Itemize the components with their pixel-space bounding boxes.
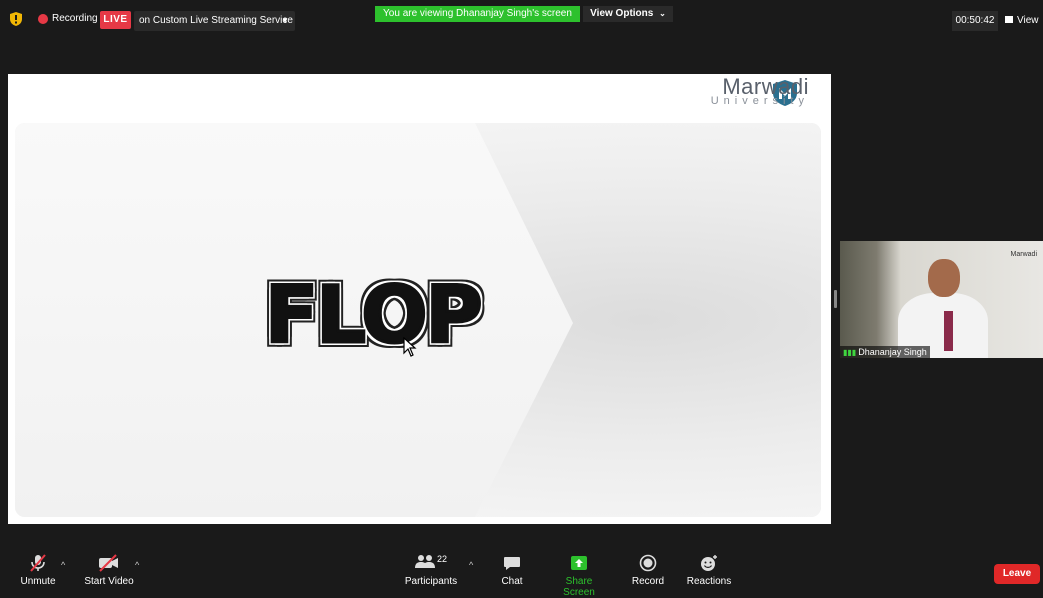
participants-options-caret-icon[interactable]: ^ [469, 560, 473, 570]
video-tile-logo: Marwadi [1010, 251, 1037, 258]
security-shield-icon[interactable] [10, 12, 22, 26]
logo-subtitle: University [710, 95, 809, 107]
unmute-label: Unmute [20, 576, 56, 587]
share-screen-label: Share Screen [563, 576, 595, 598]
shared-screen[interactable]: Marwadi University FLOP [8, 74, 831, 524]
microphone-muted-icon [30, 554, 46, 572]
participant-count-badge: 22 [436, 554, 447, 564]
record-icon [639, 554, 657, 572]
reactions-icon [701, 555, 717, 571]
unmute-button[interactable]: Unmute [18, 554, 58, 587]
video-options-caret-icon[interactable]: ^ [135, 560, 139, 570]
participant-name-label: ▮▮▮ Dhananjay Singh [840, 346, 930, 358]
view-label: View [1017, 15, 1039, 26]
participant-video-tile[interactable]: Marwadi ▮▮▮ Dhananjay Singh [840, 241, 1043, 358]
participant-tie [944, 311, 953, 351]
signal-strength-icon: ▮▮▮ [843, 348, 857, 357]
chat-button[interactable]: Chat [497, 554, 527, 587]
share-screen-icon [571, 556, 587, 570]
recording-label[interactable]: Recording [52, 13, 98, 24]
record-button[interactable]: Record [630, 554, 666, 587]
meeting-timer: 00:50:42 [952, 11, 998, 31]
flop-headline: FLOP [264, 270, 485, 363]
participants-button[interactable]: 22 Participants [403, 554, 459, 587]
dropdown-arrow-icon: ▼ [281, 16, 289, 25]
audio-options-caret-icon[interactable]: ^ [61, 560, 65, 570]
video-camera-off-icon [99, 554, 118, 572]
share-screen-button[interactable]: Share Screen [551, 554, 607, 598]
chat-label: Chat [501, 576, 523, 587]
start-video-label: Start Video [84, 576, 134, 587]
grid-view-icon [1005, 15, 1013, 23]
view-button[interactable]: View [1005, 11, 1043, 31]
record-label: Record [631, 576, 665, 587]
chat-bubble-icon [504, 557, 520, 570]
start-video-button[interactable]: Start Video [84, 554, 134, 587]
mouse-cursor-icon [403, 337, 417, 357]
view-options-button[interactable]: View Options ⌄ [583, 6, 673, 22]
participants-label: Participants [404, 576, 458, 587]
recording-indicator-icon [38, 14, 48, 24]
chevron-down-icon: ⌄ [659, 9, 666, 18]
split-view-handle[interactable] [834, 290, 837, 308]
stream-target-label: on Custom Live Streaming Service [139, 15, 293, 26]
participant-head [928, 259, 960, 297]
live-badge[interactable]: LIVE [100, 11, 131, 29]
reactions-button[interactable]: Reactions [686, 554, 732, 587]
stream-target-dropdown[interactable]: on Custom Live Streaming Service ▼ [134, 11, 295, 31]
participants-icon [414, 555, 435, 568]
view-options-label: View Options [590, 8, 654, 19]
meeting-toolbar: Unmute ^ Start Video ^ 22 Participants ^… [0, 548, 1043, 598]
leave-button[interactable]: Leave [994, 564, 1040, 584]
participant-name: Dhananjay Singh [858, 347, 927, 357]
reactions-label: Reactions [686, 576, 732, 587]
viewing-banner: You are viewing Dhananjay Singh's screen [375, 6, 580, 22]
slide-image: FLOP [15, 123, 821, 517]
